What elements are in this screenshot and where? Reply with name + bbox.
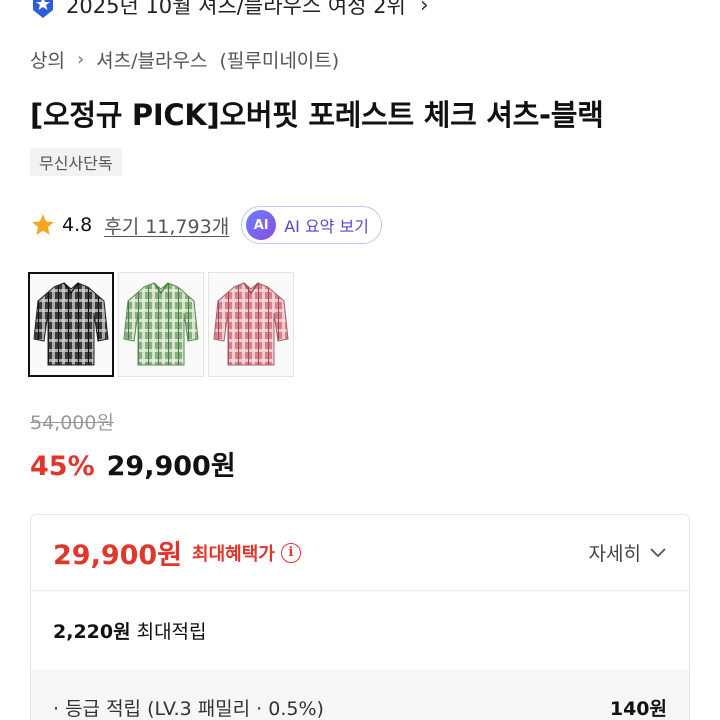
max-benefit-row: 29,900원 최대혜택가 i 자세히 xyxy=(31,515,689,591)
ranking-badge-icon xyxy=(30,0,56,20)
breadcrumb-item-subcategory[interactable]: 셔츠/블라우스 xyxy=(96,46,207,73)
detail-label: 자세히 xyxy=(588,543,641,565)
grade-points-amount: 140원 xyxy=(609,697,667,720)
rating-value: 4.8 xyxy=(62,214,93,236)
points-value: 2,220원 xyxy=(53,620,131,643)
sale-price: 29,900원 xyxy=(106,451,236,482)
points-label: 최대적립 xyxy=(136,620,207,643)
shirt-image-pink xyxy=(213,281,289,365)
benefit-box: 29,900원 최대혜택가 i 자세히 2,220원 최대적립 · 등급 적립 … xyxy=(30,514,690,720)
breadcrumb-item-category[interactable]: 상의 xyxy=(30,46,65,73)
chevron-right-icon: › xyxy=(76,49,85,70)
ai-icon: AI xyxy=(246,210,277,240)
ai-summary-button[interactable]: AI AI 요약 보기 xyxy=(241,206,382,244)
ai-summary-label: AI 요약 보기 xyxy=(284,217,369,236)
shirt-image-black xyxy=(33,281,109,365)
variant-thumb-green[interactable] xyxy=(118,272,204,377)
reviews-link[interactable]: 후기 11,793개 xyxy=(104,212,229,239)
max-benefit-price: 29,900원 xyxy=(53,540,183,571)
ranking-text: 2025년 10월 셔츠/블라우스 여성 2위 xyxy=(66,0,406,18)
breadcrumb: 상의 › 셔츠/블라우스 (필루미네이트) xyxy=(30,46,339,73)
price-row: 45% 29,900원 xyxy=(30,444,236,483)
detail-button[interactable]: 자세히 xyxy=(589,539,667,566)
chevron-down-icon xyxy=(650,547,666,557)
rating-row: 4.8 후기 11,793개 AI AI 요약 보기 xyxy=(30,206,382,244)
grade-points-row: · 등급 적립 (LV.3 패밀리 · 0.5%) 140원 xyxy=(31,669,689,720)
max-benefit-label: 최대혜택가 xyxy=(192,543,275,565)
info-icon[interactable]: i xyxy=(280,542,301,563)
original-price: 54,000원 xyxy=(30,412,114,434)
variant-thumbnails xyxy=(28,272,294,377)
grade-points-label: · 등급 적립 (LV.3 패밀리 · 0.5%) xyxy=(53,697,324,720)
variant-thumb-pink[interactable] xyxy=(208,272,294,377)
shirt-image-green xyxy=(123,281,199,365)
exclusive-badge: 무신사단독 xyxy=(30,148,122,176)
chevron-right-icon: › xyxy=(419,0,429,18)
points-row: 2,220원 최대적립 xyxy=(31,591,689,669)
discount-rate: 45% xyxy=(30,451,95,482)
star-icon xyxy=(32,214,54,235)
ranking-banner[interactable]: 2025년 10월 셔츠/블라우스 여성 2위 › xyxy=(30,0,429,22)
variant-thumb-black[interactable] xyxy=(28,272,114,377)
product-title: [오정규 PICK]오버핏 포레스트 체크 셔츠-블랙 xyxy=(30,98,604,132)
breadcrumb-item-brand[interactable]: (필루미네이트) xyxy=(219,46,339,73)
